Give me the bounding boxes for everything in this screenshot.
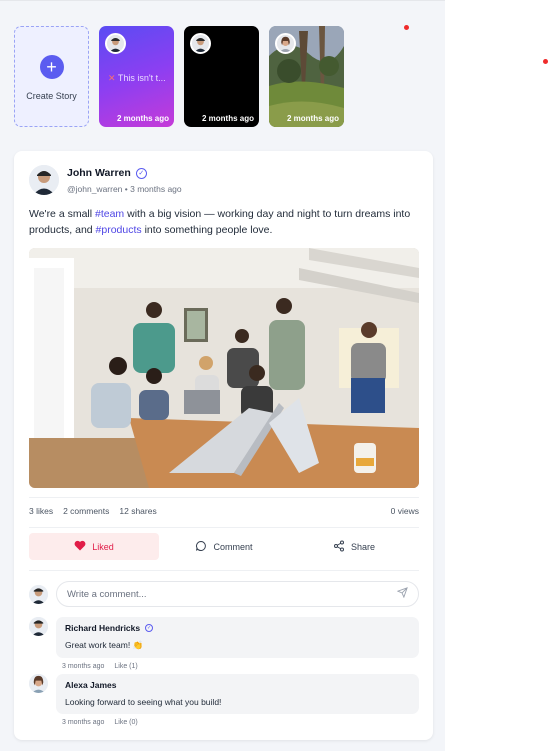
post-actions: Liked Comment Share bbox=[29, 533, 419, 560]
story-card[interactable]: 2 months ago bbox=[184, 26, 259, 127]
post-meta: @john_warren • 3 months ago bbox=[67, 184, 182, 194]
share-button[interactable]: Share bbox=[289, 533, 419, 560]
notification-dot bbox=[543, 59, 548, 64]
hashtag-link[interactable]: #products bbox=[96, 224, 142, 236]
avatar bbox=[275, 33, 296, 54]
comment-icon bbox=[195, 540, 207, 554]
like-label: Liked bbox=[92, 541, 114, 552]
divider bbox=[29, 527, 419, 528]
comment-item: Alexa James Looking forward to seeing wh… bbox=[29, 674, 419, 726]
stories-row: + Create Story ✕ This isn't t... 2 month… bbox=[14, 26, 344, 127]
hashtag-link[interactable]: #team bbox=[95, 208, 124, 220]
views-count: 0 views bbox=[390, 506, 419, 516]
post-card: John Warren ✓ @john_warren • 3 months ag… bbox=[14, 151, 433, 740]
send-icon[interactable] bbox=[396, 587, 408, 601]
commenter-name[interactable]: Richard Hendricks bbox=[65, 623, 140, 633]
comment-composer: Write a comment... bbox=[29, 581, 419, 607]
story-time: 2 months ago bbox=[286, 114, 339, 123]
post-header: John Warren ✓ @john_warren • 3 months ag… bbox=[29, 165, 182, 195]
comment-label: Comment bbox=[213, 541, 253, 552]
comment-time: 3 months ago bbox=[62, 719, 105, 726]
avatar bbox=[190, 33, 211, 54]
comment-text: Looking forward to seeing what you build… bbox=[65, 697, 222, 707]
shares-count[interactable]: 12 shares bbox=[119, 506, 156, 516]
story-card[interactable]: 2 months ago bbox=[269, 26, 344, 127]
post-stats: 3 likes 2 comments 12 shares 0 views bbox=[29, 506, 419, 516]
create-story-label: Create Story bbox=[26, 91, 77, 101]
comment-meta: 3 months ago Like (0) bbox=[62, 719, 419, 726]
comment-meta: 3 months ago Like (1) bbox=[62, 663, 419, 670]
share-label: Share bbox=[350, 541, 376, 552]
story-card[interactable]: ✕ This isn't t... 2 months ago bbox=[99, 26, 174, 127]
post-image[interactable] bbox=[29, 248, 419, 488]
avatar[interactable] bbox=[29, 165, 59, 195]
plus-icon: + bbox=[39, 55, 64, 79]
notification-dot bbox=[404, 25, 409, 30]
avatar[interactable] bbox=[29, 617, 48, 636]
comments-count[interactable]: 2 comments bbox=[63, 506, 109, 516]
create-story-card[interactable]: + Create Story bbox=[14, 26, 89, 127]
story-time: 2 months ago bbox=[201, 114, 254, 123]
comment-text: Great work team! 👏 bbox=[65, 640, 144, 650]
story-time: 2 months ago bbox=[116, 114, 169, 123]
likes-count[interactable]: 3 likes bbox=[29, 506, 53, 516]
story-text: ✕ This isn't t... bbox=[108, 73, 166, 83]
commenter-name[interactable]: Alexa James bbox=[65, 680, 117, 690]
avatar bbox=[29, 584, 48, 604]
comment-like-button[interactable]: Like (1) bbox=[114, 663, 137, 670]
comment-item: Richard Hendricks ✓ Great work team! 👏 3… bbox=[29, 617, 419, 670]
avatar[interactable] bbox=[29, 674, 48, 693]
divider bbox=[29, 570, 419, 571]
comment-time: 3 months ago bbox=[62, 663, 105, 670]
verified-icon: ✓ bbox=[145, 624, 154, 632]
comment-like-button[interactable]: Like (0) bbox=[114, 719, 137, 726]
author-name[interactable]: John Warren bbox=[67, 167, 131, 179]
share-icon bbox=[333, 540, 345, 554]
feed-column: + Create Story ✕ This isn't t... 2 month… bbox=[0, 0, 445, 751]
heart-icon bbox=[74, 540, 86, 553]
comment-bubble: Richard Hendricks ✓ Great work team! 👏 bbox=[56, 617, 419, 658]
comment-input[interactable]: Write a comment... bbox=[56, 581, 419, 607]
divider bbox=[29, 497, 419, 498]
comment-button[interactable]: Comment bbox=[159, 533, 289, 560]
avatar bbox=[105, 33, 126, 54]
comment-bubble: Alexa James Looking forward to seeing wh… bbox=[56, 674, 419, 714]
verified-icon: ✓ bbox=[135, 167, 147, 179]
like-button[interactable]: Liked bbox=[29, 533, 159, 560]
post-text: We're a small #team with a big vision — … bbox=[29, 208, 411, 236]
